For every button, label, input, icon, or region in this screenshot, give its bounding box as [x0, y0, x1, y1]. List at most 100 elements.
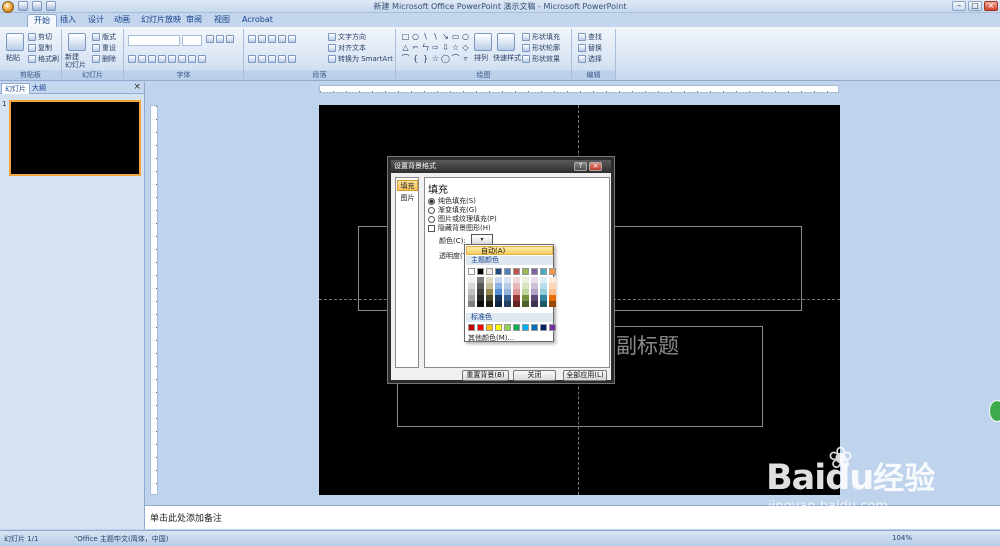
- bullets-icon: [248, 35, 256, 43]
- font-name-input[interactable]: [128, 35, 180, 46]
- color-swatch[interactable]: [468, 301, 475, 307]
- replace-button[interactable]: 替换: [578, 43, 602, 53]
- color-swatch[interactable]: [495, 301, 502, 307]
- automatic-color-option[interactable]: 自动(A): [466, 246, 553, 255]
- font-size-buttons[interactable]: [206, 35, 234, 43]
- color-swatch[interactable]: [513, 301, 520, 307]
- font-color-icon: [198, 55, 206, 63]
- nav-fill[interactable]: 填充: [397, 180, 418, 191]
- cut-button[interactable]: 剪切: [28, 32, 52, 42]
- find-button[interactable]: 查找: [578, 32, 602, 42]
- color-swatch[interactable]: [504, 268, 511, 275]
- slide-thumbnail[interactable]: [9, 100, 141, 176]
- tab-home[interactable]: 开始: [27, 14, 57, 27]
- color-swatch[interactable]: [477, 301, 484, 307]
- paste-icon[interactable]: [6, 33, 24, 51]
- smartart-button[interactable]: 转换为 SmartArt: [328, 54, 393, 64]
- hide-graphics-checkbox[interactable]: 隐藏背景图形(H): [428, 223, 491, 233]
- group-font: 字体: [124, 29, 244, 80]
- color-swatch[interactable]: [540, 268, 547, 275]
- color-swatch[interactable]: [495, 324, 502, 331]
- arrange-icon[interactable]: [474, 33, 492, 51]
- apply-all-button[interactable]: 全部应用(L): [563, 370, 607, 381]
- paint-bucket-icon: ▾: [480, 236, 484, 243]
- nav-picture[interactable]: 图片: [397, 193, 418, 204]
- tab-animation[interactable]: 动画: [114, 14, 130, 27]
- color-swatch[interactable]: [522, 301, 529, 307]
- zoom-level[interactable]: 104%: [892, 534, 912, 542]
- color-swatch[interactable]: [486, 301, 493, 307]
- new-slide-icon[interactable]: [68, 33, 86, 51]
- tab-slides[interactable]: 幻灯片: [1, 83, 30, 94]
- color-swatch[interactable]: [522, 324, 529, 331]
- color-swatch[interactable]: [513, 324, 520, 331]
- bold-icon: [128, 55, 136, 63]
- group-label: 剪贴板: [0, 70, 61, 80]
- paste-button[interactable]: 粘贴: [6, 53, 20, 63]
- maximize-button[interactable]: □: [968, 1, 982, 11]
- delete-slide-button[interactable]: 删除: [92, 54, 116, 64]
- text-direction-button[interactable]: 文字方向: [328, 32, 366, 42]
- layout-button[interactable]: 版式: [92, 32, 116, 42]
- tab-design[interactable]: 设计: [88, 14, 104, 27]
- minimize-button[interactable]: –: [952, 1, 966, 11]
- dialog-close-button[interactable]: ×: [589, 162, 602, 171]
- tab-view[interactable]: 视图: [214, 14, 230, 27]
- vertical-ruler[interactable]: [150, 105, 158, 495]
- color-swatch[interactable]: [504, 301, 511, 307]
- font-size-input[interactable]: [182, 35, 202, 46]
- new-slide-button[interactable]: 新建 幻灯片: [65, 53, 86, 69]
- format-painter-button[interactable]: 格式刷: [28, 54, 59, 64]
- subtitle-text: 副标题: [616, 334, 679, 358]
- list-buttons[interactable]: [248, 35, 296, 43]
- color-swatch[interactable]: [540, 324, 547, 331]
- color-swatch[interactable]: [468, 324, 475, 331]
- color-swatch[interactable]: [468, 268, 475, 275]
- close-window-button[interactable]: ×: [984, 1, 998, 11]
- color-swatch[interactable]: [513, 268, 520, 275]
- color-swatch[interactable]: [522, 268, 529, 275]
- reset-background-button[interactable]: 重置背景(B): [462, 370, 509, 381]
- color-swatch[interactable]: [531, 301, 538, 307]
- group-label: 幻灯片: [62, 70, 123, 80]
- tab-outline[interactable]: 大纲: [29, 83, 49, 93]
- theme-colors-title: 主题颜色: [466, 256, 553, 265]
- color-swatch[interactable]: [477, 268, 484, 275]
- color-swatch[interactable]: [486, 268, 493, 275]
- help-button[interactable]: ?: [574, 162, 587, 171]
- tab-insert[interactable]: 插入: [60, 14, 76, 27]
- color-swatch[interactable]: [540, 301, 547, 307]
- quick-styles-button[interactable]: 快速样式: [493, 53, 521, 63]
- more-colors-option[interactable]: 其他颜色(M)...: [468, 333, 514, 343]
- font-style-buttons[interactable]: [128, 55, 206, 63]
- color-swatch[interactable]: [531, 268, 538, 275]
- align-right-icon: [268, 55, 276, 63]
- shape-outline-button[interactable]: 形状轮廓: [522, 43, 560, 53]
- color-swatch[interactable]: [531, 324, 538, 331]
- side-floating-button[interactable]: [989, 400, 1000, 422]
- tab-review[interactable]: 审阅: [186, 14, 202, 27]
- align-text-button[interactable]: 对齐文本: [328, 43, 366, 53]
- shapes-gallery[interactable]: □ ○ \ \ ↘ ▭ ○ △ ⌐ ㄣ ⇨ ⇩ ☆ ◇ ⌒{} ☆ ◯ ⌒ ▿: [401, 32, 469, 64]
- close-button[interactable]: 关闭: [513, 370, 556, 381]
- color-swatch[interactable]: [549, 301, 556, 307]
- color-swatch[interactable]: [549, 268, 556, 275]
- shape-fill-button[interactable]: 形状填充: [522, 32, 560, 42]
- close-icon[interactable]: ×: [133, 82, 141, 93]
- color-swatch[interactable]: [504, 324, 511, 331]
- replace-icon: [578, 44, 586, 52]
- select-button[interactable]: 选择: [578, 54, 602, 64]
- shape-effects-button[interactable]: 形状效果: [522, 54, 560, 64]
- tab-acrobat[interactable]: Acrobat: [242, 14, 273, 27]
- tab-slideshow[interactable]: 幻灯片放映: [141, 14, 181, 27]
- quick-styles-icon[interactable]: [497, 33, 515, 51]
- horizontal-ruler[interactable]: [319, 85, 839, 93]
- color-swatch[interactable]: [486, 324, 493, 331]
- color-swatch[interactable]: [477, 324, 484, 331]
- align-buttons[interactable]: [248, 55, 296, 63]
- color-swatch[interactable]: [495, 268, 502, 275]
- color-swatch[interactable]: [549, 324, 556, 331]
- arrange-button[interactable]: 排列: [474, 53, 488, 63]
- reset-button[interactable]: 重设: [92, 43, 116, 53]
- copy-button[interactable]: 复制: [28, 43, 52, 53]
